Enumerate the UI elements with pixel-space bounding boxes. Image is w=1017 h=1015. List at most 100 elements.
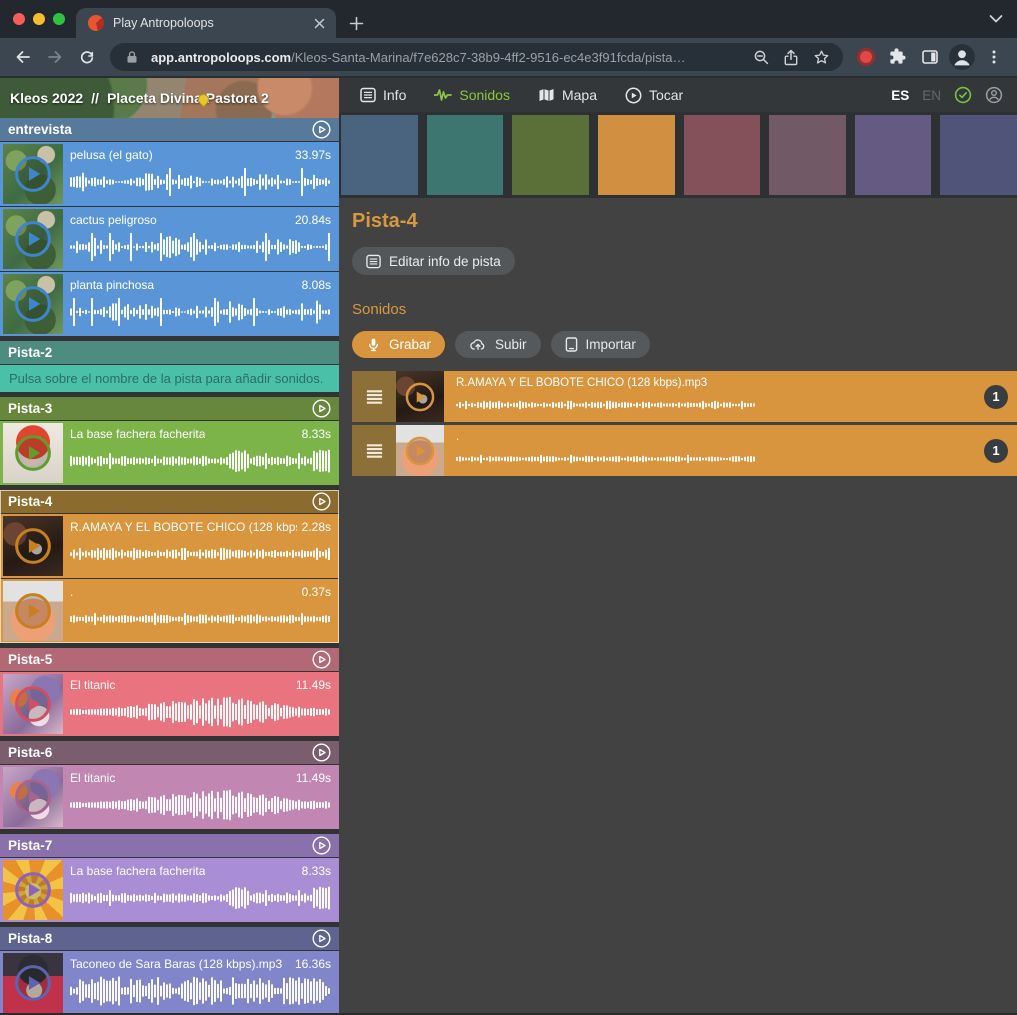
sounds-section-label: Sonidos [352,301,1017,318]
drag-handle[interactable] [352,425,396,476]
track-name: Pista-4 [8,494,312,509]
clip-row[interactable]: pelusa (el gato)33.97s [0,142,339,206]
track-color-swatch[interactable] [684,115,761,195]
drag-handle[interactable] [352,371,396,422]
sound-thumbnail[interactable] [396,371,444,422]
play-icon[interactable] [3,274,63,334]
track-color-swatch[interactable] [940,115,1017,195]
track-header[interactable]: Pista-7 [0,834,339,857]
track-play-button[interactable] [312,929,331,948]
play-icon[interactable] [3,516,63,576]
clip-thumbnail[interactable] [3,953,63,1013]
track-play-button[interactable] [312,650,331,669]
clip-thumbnail[interactable] [3,209,63,269]
clip-row[interactable]: El titanic11.49s [0,765,339,829]
play-icon[interactable] [3,953,63,1013]
play-icon[interactable] [396,425,444,476]
profile-avatar[interactable] [947,42,977,72]
sound-thumbnail[interactable] [396,425,444,476]
track-color-swatch[interactable] [427,115,504,195]
close-window-button[interactable] [13,13,25,25]
forward-button[interactable] [40,42,70,72]
track-header[interactable]: Pista-6 [0,741,339,764]
track-header[interactable]: Pista-8 [0,927,339,950]
reload-button[interactable] [72,42,102,72]
browser-menu-icon[interactable] [979,42,1009,72]
record-button[interactable]: Grabar [352,331,445,358]
play-icon[interactable] [3,674,63,734]
clip-thumbnail[interactable] [3,674,63,734]
lang-es-button[interactable]: ES [891,88,909,103]
tab-close-icon[interactable] [310,14,328,32]
sound-row-body[interactable]: R.AMAYA Y EL BOBOTE CHICO (128 kbps).mp3… [444,371,1017,422]
clip-thumbnail[interactable] [3,274,63,334]
track-play-button[interactable] [312,743,331,762]
track-header[interactable]: Pista-3 [0,397,339,420]
track-header[interactable]: entrevista [0,118,339,141]
track-header[interactable]: Pista-2 [0,341,339,364]
clip-title: planta pinchosa [70,279,154,293]
track-header[interactable]: Pista-5 [0,648,339,671]
clip-row[interactable]: planta pinchosa8.08s [0,272,339,336]
track-color-swatch[interactable] [341,115,418,195]
play-icon[interactable] [3,581,63,641]
clip-row[interactable]: R.AMAYA Y EL BOBOTE CHICO (128 kbps)....… [0,514,339,578]
track-color-swatch[interactable] [855,115,932,195]
track-color-swatch[interactable] [512,115,589,195]
clip-thumbnail[interactable] [3,144,63,204]
bookmark-star-icon[interactable] [810,46,832,68]
minimize-window-button[interactable] [33,13,45,25]
url-bar[interactable]: app.antropoloops.com/Kleos-Santa-Marina/… [110,43,843,71]
import-button[interactable]: Importar [551,331,650,358]
track-header[interactable]: Pista-4 [0,490,339,513]
play-icon[interactable] [3,423,63,483]
record-indicator-icon[interactable] [851,42,881,72]
track-play-button[interactable] [312,399,331,418]
play-icon[interactable] [396,371,444,422]
zoom-out-icon[interactable] [750,46,772,68]
upload-button[interactable]: Subir [455,331,541,358]
clip-duration: 11.49s [296,679,331,693]
clip-row[interactable]: Taconeo de Sara Baras (128 kbps).mp316.3… [0,951,339,1013]
extensions-puzzle-icon[interactable] [883,42,913,72]
track-play-button[interactable] [312,836,331,855]
clip-row[interactable]: .0.37s [0,579,339,643]
clip-title: Taconeo de Sara Baras (128 kbps).mp3 [70,958,282,972]
share-icon[interactable] [780,46,802,68]
track-color-swatch-selected[interactable] [598,115,675,195]
fullscreen-window-button[interactable] [53,13,65,25]
play-icon[interactable] [3,767,63,827]
tab-search-chevron-icon[interactable] [989,12,1003,31]
account-icon[interactable] [985,86,1003,104]
project-breadcrumb[interactable]: Kleos 2022 // Placeta Divina Pastora 2 [0,78,339,118]
edit-track-info-button[interactable]: Editar info de pista [352,247,515,275]
clip-row[interactable]: La base fachera facherita8.33s [0,421,339,485]
tab-info[interactable]: Info [360,87,406,103]
lang-en-button[interactable]: EN [922,88,941,103]
play-icon[interactable] [3,144,63,204]
clip-body: pelusa (el gato)33.97s [63,142,339,206]
clip-row[interactable]: El titanic11.49s [0,672,339,736]
play-icon[interactable] [3,860,63,920]
clip-row[interactable]: cactus peligroso20.84s [0,207,339,271]
clip-info-row: cactus peligroso20.84s [70,214,331,228]
tab-tocar[interactable]: Tocar [625,87,683,104]
breadcrumb-project[interactable]: Kleos 2022 [10,90,83,106]
clip-thumbnail[interactable] [3,581,63,641]
track-color-swatch[interactable] [769,115,846,195]
back-button[interactable] [8,42,38,72]
track-play-button[interactable] [312,492,331,511]
tab-sonidos[interactable]: Sonidos [434,87,510,103]
tab-mapa[interactable]: Mapa [538,87,597,103]
clip-row[interactable]: La base fachera facherita8.33s [0,858,339,922]
new-tab-button[interactable] [342,9,370,37]
side-panel-icon[interactable] [915,42,945,72]
browser-tab[interactable]: Play Antropoloops [76,8,336,38]
track-play-button[interactable] [312,120,331,139]
play-icon[interactable] [3,209,63,269]
clip-thumbnail[interactable] [3,860,63,920]
clip-thumbnail[interactable] [3,423,63,483]
sound-row-body[interactable]: .1 [444,425,1017,476]
clip-thumbnail[interactable] [3,516,63,576]
clip-thumbnail[interactable] [3,767,63,827]
